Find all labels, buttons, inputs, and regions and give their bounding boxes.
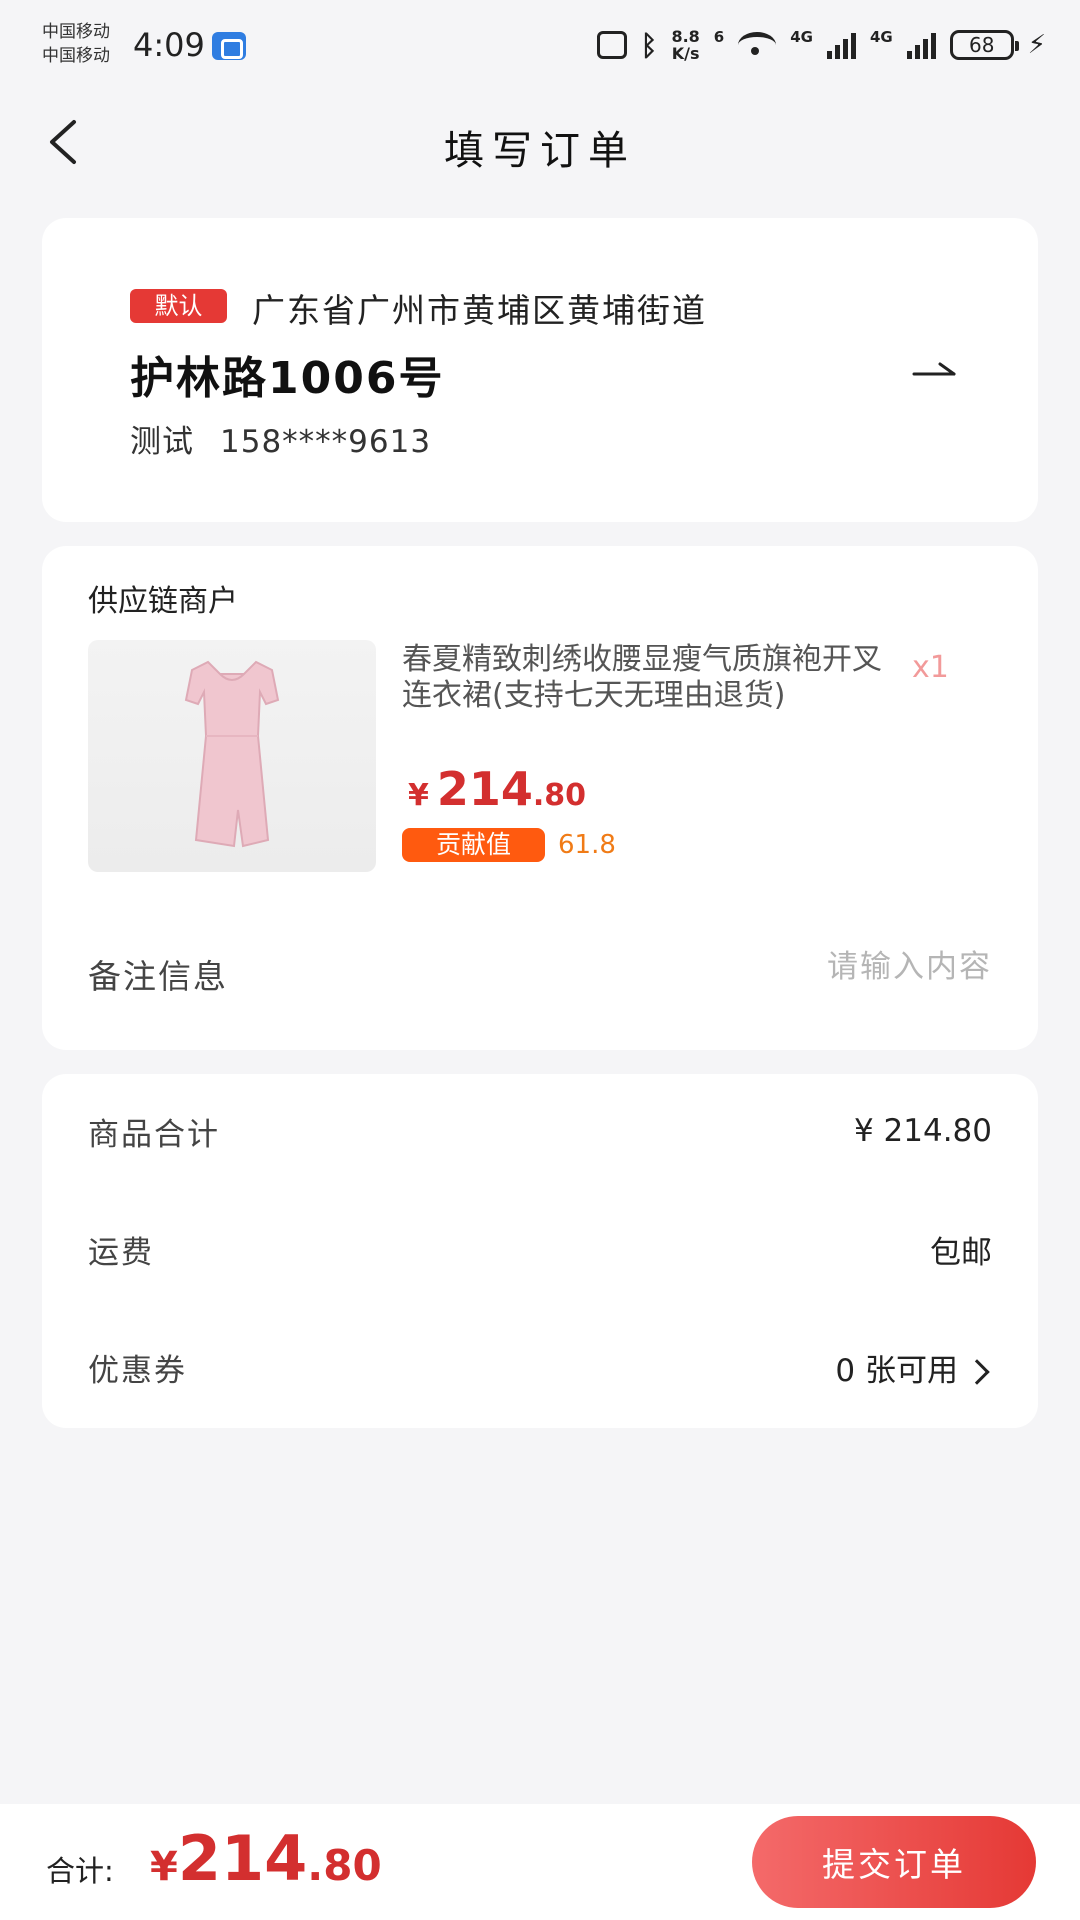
- product-image[interactable]: [88, 640, 376, 872]
- goods-total-label: 商品合计: [88, 1116, 220, 1153]
- remark-label: 备注信息: [88, 957, 228, 996]
- carrier-labels: 中国移动 中国移动: [42, 20, 110, 68]
- contact-name: 测试: [130, 424, 194, 460]
- total-integer: 214: [177, 1822, 308, 1895]
- network-label-1: 4G: [790, 28, 813, 46]
- dress-image: [184, 660, 280, 848]
- coupon-label: 优惠券: [88, 1352, 187, 1389]
- battery-icon: 68: [949, 30, 1019, 60]
- status-bar: 中国移动 中国移动 4:09 ᛒ 8.8 K/s 6 4G 4G 68 ⚡: [0, 0, 1080, 92]
- wifi-label: 6: [713, 28, 725, 46]
- shipping-value: 包邮: [930, 1234, 992, 1271]
- shipping-label: 运费: [88, 1234, 154, 1271]
- goods-total-value: ¥ 214.80: [853, 1113, 992, 1149]
- chevron-right-icon: [964, 1358, 990, 1385]
- address-arrow-icon[interactable]: [910, 350, 960, 390]
- remark-input[interactable]: [592, 942, 992, 992]
- status-time: 4:09: [133, 26, 205, 64]
- status-indicators: ᛒ 8.8 K/s 6 4G 4G 68 ⚡: [596, 27, 1046, 63]
- submit-order-button[interactable]: 提交订单: [752, 1816, 1036, 1908]
- network-speed: 8.8 K/s: [671, 27, 700, 63]
- product-quantity: x1: [912, 650, 949, 685]
- merchant-name: 供应链商户: [88, 584, 238, 619]
- total-decimal: .80: [307, 1841, 382, 1890]
- charging-icon: ⚡: [1027, 30, 1046, 60]
- app-notification-icon: [212, 32, 246, 60]
- carrier-2: 中国移动: [42, 46, 110, 66]
- contact-phone: 158****9613: [220, 424, 432, 460]
- bluetooth-icon: ᛒ: [640, 28, 658, 62]
- address-street: 护林路1006号: [130, 353, 445, 404]
- wifi-icon: [738, 32, 777, 58]
- product-title: 春夏精致刺绣收腰显瘦气质旗袍开叉连衣裙(支持七天无理由退货): [402, 642, 882, 713]
- carrier-1: 中国移动: [42, 22, 110, 42]
- signal-icon-2: [906, 31, 936, 59]
- address-region: 广东省广州市黄埔区黄埔街道: [252, 291, 707, 330]
- nfc-icon: [596, 31, 627, 59]
- default-badge: 默认: [130, 289, 227, 323]
- order-goods-card: 供应链商户 春夏精致刺绣收腰显瘦气质旗袍开叉连衣裙(支持七天无理由退货) x1 …: [42, 546, 1038, 1050]
- nav-bar: 填写订单: [0, 92, 1080, 192]
- contribution-badge: 贡献值: [402, 828, 545, 862]
- signal-icon-1: [826, 31, 856, 59]
- network-label-2: 4G: [869, 28, 893, 46]
- price-integer: 214: [436, 762, 533, 816]
- price-summary-card: 商品合计 ¥ 214.80 运费 包邮 优惠券 0 张可用: [42, 1074, 1038, 1428]
- shipping-row: 运费 包邮: [88, 1224, 992, 1274]
- price-decimal: .80: [532, 778, 587, 813]
- coupon-row[interactable]: 优惠券 0 张可用: [88, 1342, 992, 1392]
- address-card[interactable]: 默认 广东省广州市黄埔区黄埔街道 护林路1006号 测试 158****9613: [42, 218, 1038, 522]
- product-price: ¥214.80: [408, 762, 586, 816]
- contribution-value: 61.8: [558, 830, 616, 860]
- coupon-value: 0 张可用: [835, 1352, 958, 1389]
- total-price: ¥214.80: [150, 1822, 382, 1895]
- total-label: 合计:: [46, 1854, 114, 1888]
- goods-total-row: 商品合计 ¥ 214.80: [88, 1106, 992, 1156]
- address-contact: 测试 158****9613: [130, 416, 431, 461]
- total-currency: ¥: [150, 1844, 178, 1890]
- coupon-value-wrap: 0 张可用: [835, 1345, 992, 1390]
- price-currency: ¥: [408, 778, 429, 813]
- page-title: 填写订单: [444, 128, 636, 174]
- bottom-bar: 合计: ¥214.80 提交订单: [0, 1804, 1080, 1920]
